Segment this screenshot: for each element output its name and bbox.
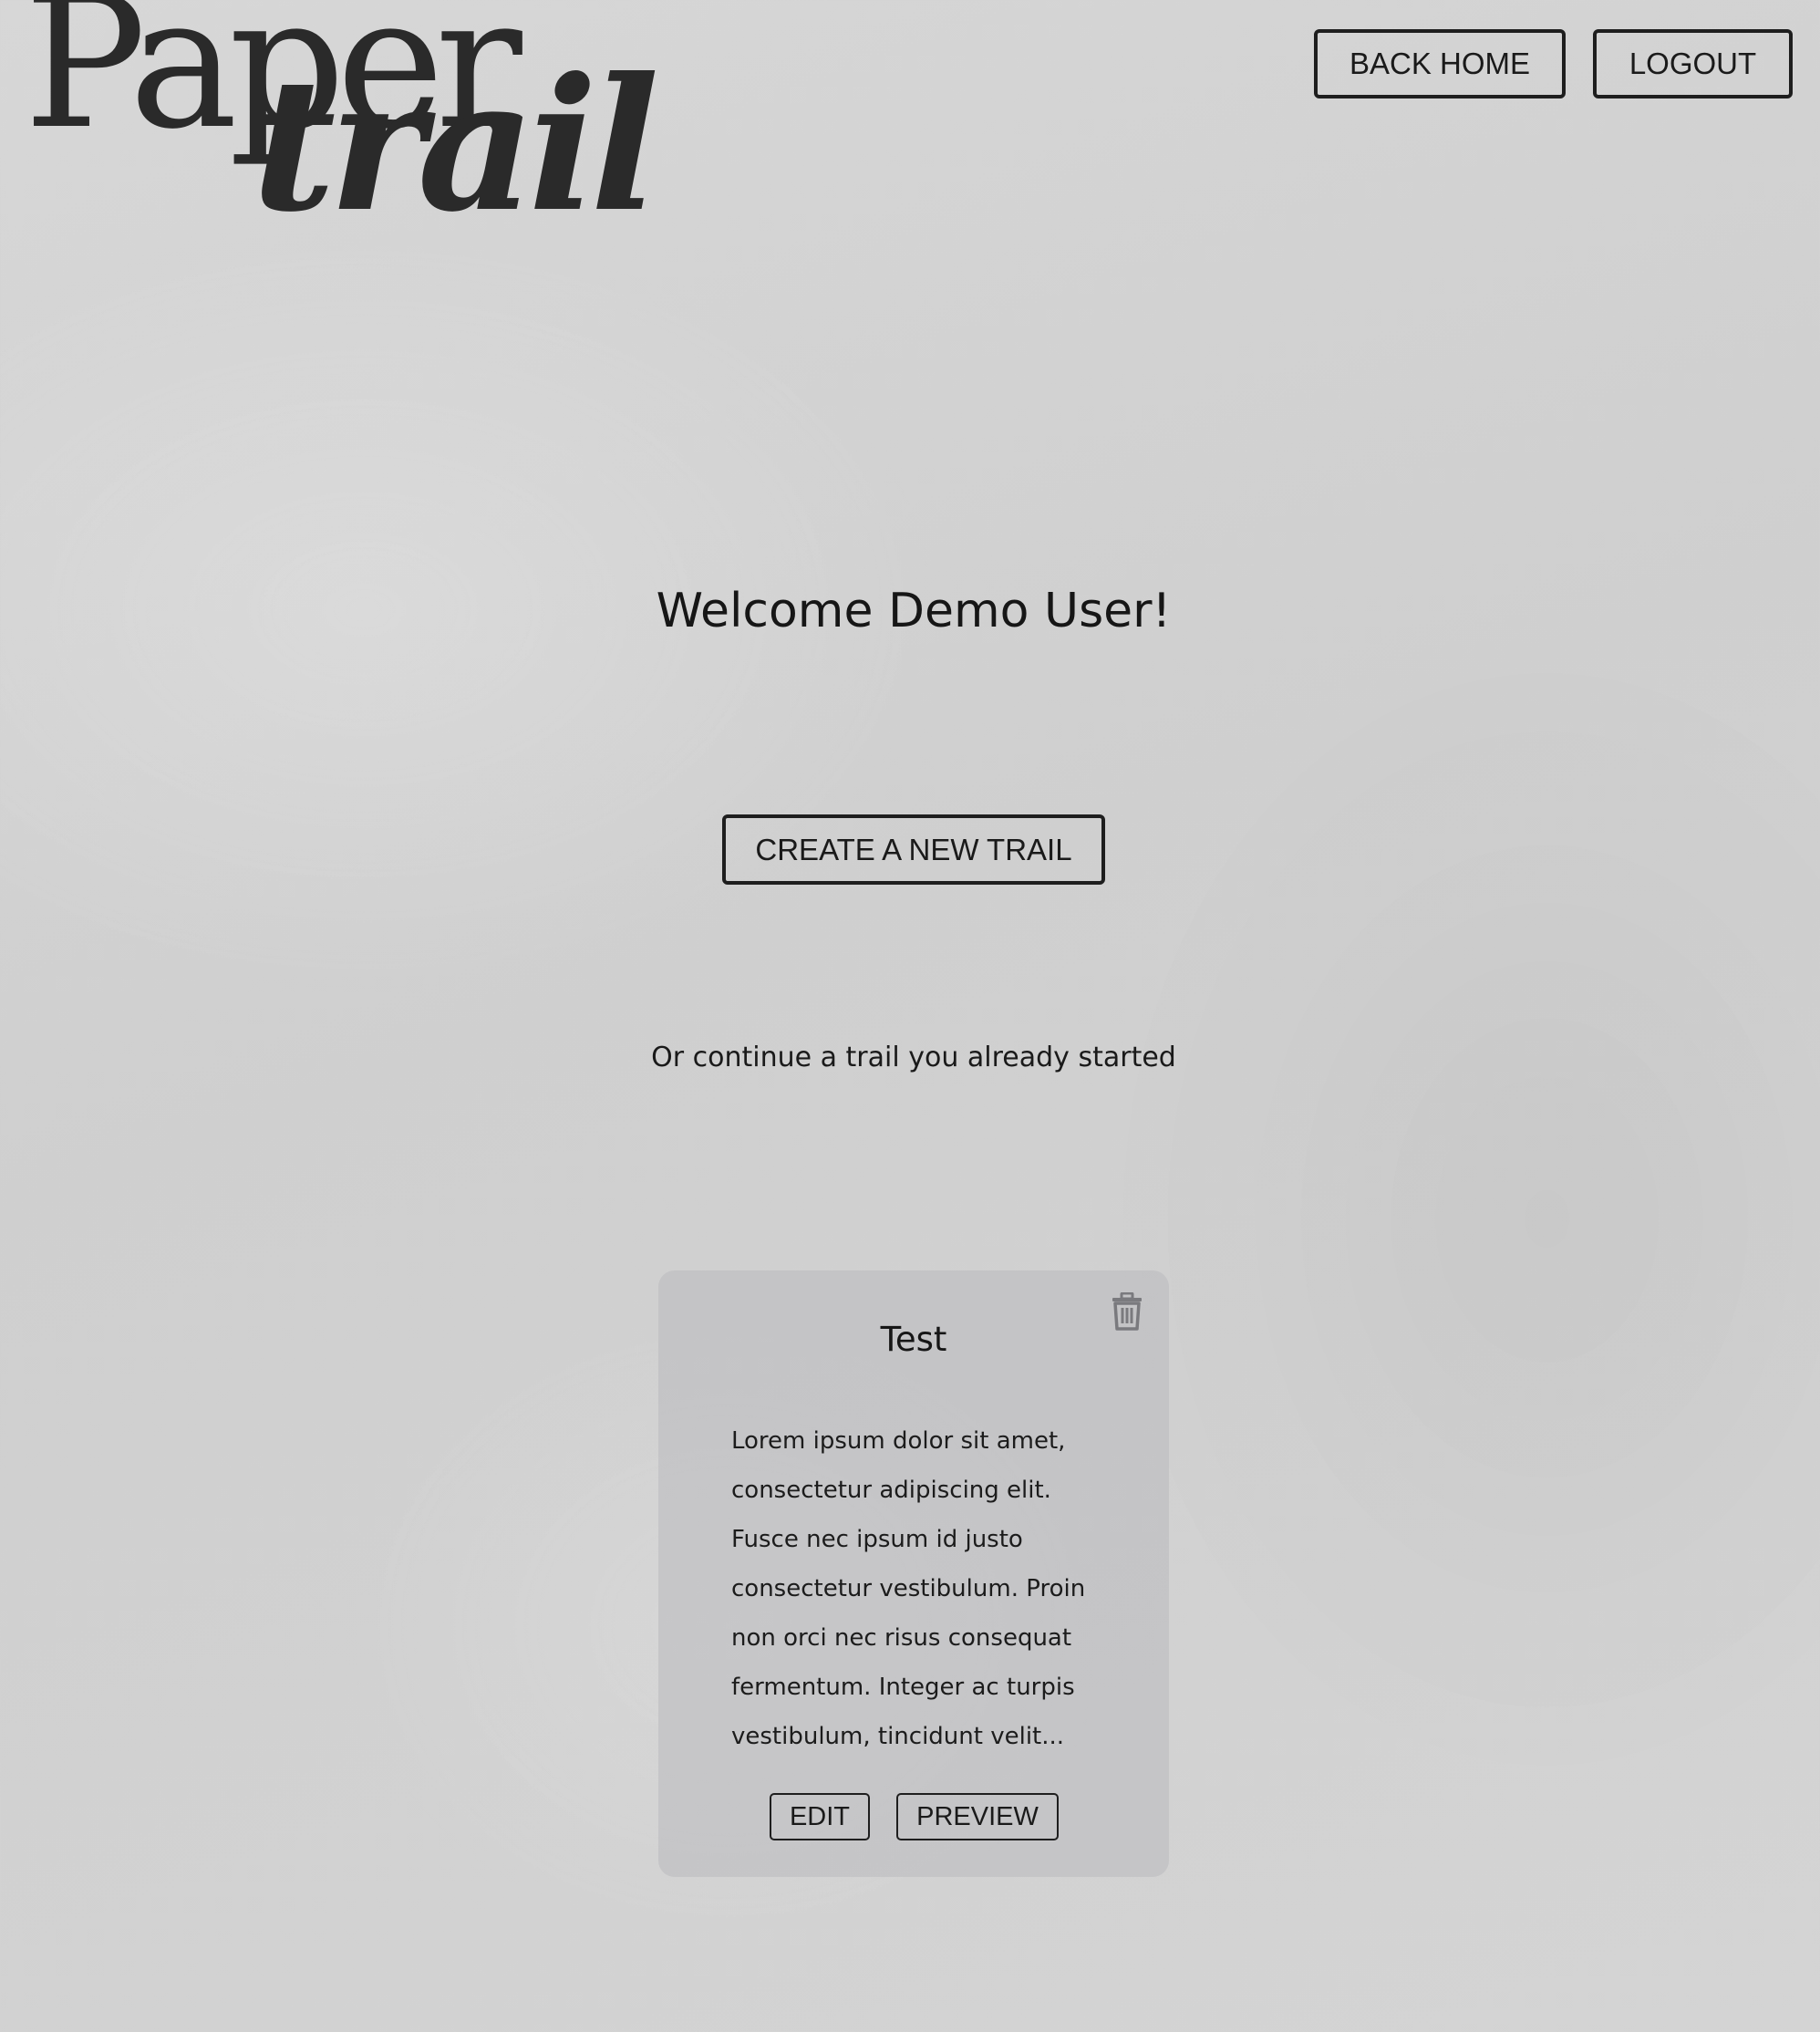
trail-description: Lorem ipsum dolor sit amet, consectetur … bbox=[731, 1427, 1086, 1750]
logo-word-trail: trail bbox=[252, 38, 659, 253]
trash-icon[interactable] bbox=[1111, 1291, 1143, 1331]
edit-button[interactable]: EDIT bbox=[770, 1793, 870, 1840]
back-home-button[interactable]: BACK HOME bbox=[1314, 29, 1566, 98]
logout-button[interactable]: LOGOUT bbox=[1593, 29, 1793, 98]
logo: Paper trail bbox=[24, 0, 659, 255]
continue-trail-text: Or continue a trail you already started bbox=[651, 1042, 1176, 1073]
create-trail-button[interactable]: CREATE A NEW TRAIL bbox=[722, 814, 1105, 885]
trail-card: Test Lorem ipsum dolor sit amet, consect… bbox=[658, 1270, 1169, 1877]
trail-title: Test bbox=[880, 1320, 947, 1359]
welcome-heading: Welcome Demo User! bbox=[656, 584, 1172, 638]
preview-button[interactable]: PREVIEW bbox=[896, 1793, 1059, 1840]
